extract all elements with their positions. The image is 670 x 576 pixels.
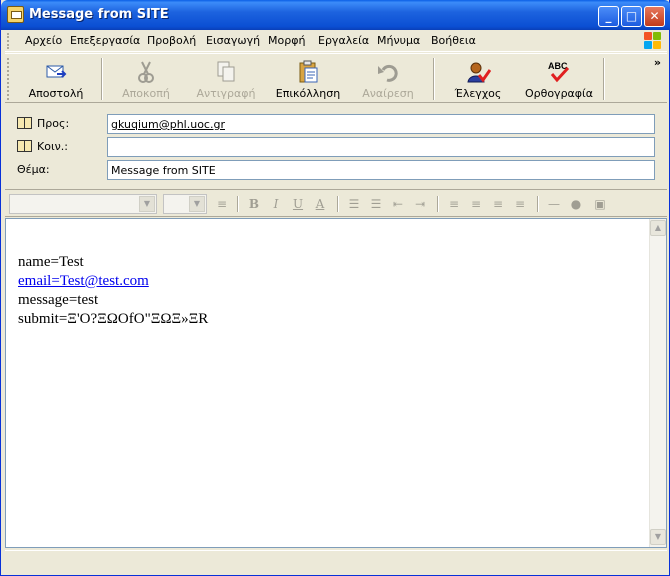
cc-row: Κοιν.: bbox=[5, 136, 667, 158]
check-names-button[interactable]: Έλεγχος bbox=[443, 56, 513, 102]
body-line: name=Test bbox=[18, 254, 84, 270]
bold-button[interactable]: B bbox=[245, 196, 263, 212]
chevron-down-icon[interactable]: ▼ bbox=[139, 196, 155, 212]
font-color-button[interactable]: A bbox=[311, 196, 329, 212]
subject-field[interactable]: Message from SITE bbox=[107, 160, 655, 180]
toolbar-separator bbox=[537, 196, 539, 212]
toolbar-grip[interactable] bbox=[7, 58, 10, 100]
menu-format[interactable]: Μορφή bbox=[268, 34, 305, 47]
align-left-icon[interactable]: ≡ bbox=[445, 196, 463, 212]
align-right-icon[interactable]: ≡ bbox=[489, 196, 507, 212]
copy-icon bbox=[217, 61, 235, 82]
undo-icon bbox=[378, 64, 398, 82]
spelling-button[interactable]: ABC Ορθογραφία bbox=[521, 56, 597, 102]
menu-view[interactable]: Προβολή bbox=[147, 34, 196, 47]
send-label: Αποστολή bbox=[28, 87, 84, 100]
insert-link-icon[interactable]: ● bbox=[567, 196, 585, 212]
paste-label: Επικόλληση bbox=[275, 87, 341, 100]
copy-button[interactable]: Αντιγραφή bbox=[189, 56, 263, 102]
toolbar-separator bbox=[237, 196, 239, 212]
numbered-list-icon[interactable]: ☰ bbox=[345, 196, 363, 212]
address-book-icon[interactable] bbox=[17, 117, 32, 129]
menu-bar: Αρχείο Επεξεργασία Προβολή Εισαγωγή Μορφ… bbox=[5, 30, 667, 52]
compose-window: Message from SITE _ □ ✕ Αρχείο Επεξεργασ… bbox=[0, 0, 670, 576]
subject-row: Θέμα: Message from SITE bbox=[5, 159, 667, 181]
to-recipient[interactable]: gkuqium@phl.uoc.gr bbox=[111, 118, 225, 131]
subject-label: Θέμα: bbox=[17, 163, 50, 176]
undo-button[interactable]: Αναίρεση bbox=[353, 56, 423, 102]
decrease-indent-icon[interactable]: ⇤ bbox=[389, 196, 407, 212]
check-names-icon bbox=[467, 62, 491, 83]
bullet-list-icon[interactable]: ☰ bbox=[367, 196, 385, 212]
maximize-button[interactable]: □ bbox=[621, 6, 642, 27]
message-body[interactable]: name=Test email=Test@test.com message=te… bbox=[5, 218, 667, 548]
italic-button[interactable]: I bbox=[267, 196, 285, 212]
increase-indent-icon[interactable]: ⇥ bbox=[411, 196, 429, 212]
paste-button[interactable]: Επικόλληση bbox=[267, 56, 349, 102]
menu-grip[interactable] bbox=[7, 33, 10, 49]
menu-edit[interactable]: Επεξεργασία bbox=[70, 34, 140, 47]
minimize-button[interactable]: _ bbox=[598, 6, 619, 27]
body-line: message=test bbox=[18, 292, 99, 308]
justify-icon[interactable]: ≡ bbox=[511, 196, 529, 212]
compose-mail-icon bbox=[7, 6, 24, 23]
paragraph-style-icon[interactable]: ≡ bbox=[213, 196, 231, 212]
menu-help[interactable]: Βοήθεια bbox=[431, 34, 476, 47]
vertical-scrollbar[interactable]: ▲ ▼ bbox=[649, 219, 666, 547]
window-title: Message from SITE bbox=[29, 7, 169, 22]
address-book-icon[interactable] bbox=[17, 140, 32, 152]
toolbar-separator bbox=[101, 58, 103, 100]
scroll-down-button[interactable]: ▼ bbox=[650, 529, 666, 545]
toolbar-separator bbox=[603, 58, 605, 100]
spelling-icon: ABC bbox=[548, 61, 570, 83]
windows-logo-icon bbox=[643, 31, 663, 51]
to-label[interactable]: Προς: bbox=[37, 117, 69, 130]
format-toolbar: ▼ ▼ ≡ B I U A ☰ ☰ ⇤ ⇥ ≡ ≡ ≡ ≡ — ● ▣ bbox=[5, 189, 667, 217]
to-field[interactable]: gkuqium@phl.uoc.gr bbox=[107, 114, 655, 134]
to-row: Προς: gkuqium@phl.uoc.gr bbox=[5, 113, 667, 135]
menu-file[interactable]: Αρχείο bbox=[25, 34, 62, 47]
scroll-up-button[interactable]: ▲ bbox=[650, 220, 666, 236]
send-icon bbox=[46, 65, 67, 78]
underline-button[interactable]: U bbox=[289, 196, 307, 212]
font-name-select[interactable]: ▼ bbox=[9, 194, 157, 214]
menu-message[interactable]: Μήνυμα bbox=[377, 34, 420, 47]
cut-label: Αποκοπή bbox=[122, 87, 170, 100]
toolbar-overflow-chevron[interactable]: » bbox=[654, 56, 661, 69]
email-link[interactable]: email=Test@test.com bbox=[18, 273, 149, 289]
align-center-icon[interactable]: ≡ bbox=[467, 196, 485, 212]
insert-picture-icon[interactable]: ▣ bbox=[591, 196, 609, 212]
spelling-label: Ορθογραφία bbox=[524, 87, 594, 100]
close-button[interactable]: ✕ bbox=[644, 6, 665, 27]
cut-button[interactable]: Αποκοπή bbox=[109, 56, 183, 102]
horizontal-line-icon[interactable]: — bbox=[545, 196, 563, 212]
menu-insert[interactable]: Εισαγωγή bbox=[206, 34, 260, 47]
copy-label: Αντιγραφή bbox=[196, 87, 256, 100]
menu-tools[interactable]: Εργαλεία bbox=[318, 34, 369, 47]
toolbar-separator bbox=[337, 196, 339, 212]
message-content[interactable]: name=Test email=Test@test.com message=te… bbox=[18, 253, 208, 329]
scissors-icon bbox=[138, 61, 154, 83]
status-bar bbox=[5, 550, 667, 570]
check-names-label: Έλεγχος bbox=[454, 87, 502, 100]
chevron-down-icon[interactable]: ▼ bbox=[189, 196, 205, 212]
toolbar-separator bbox=[437, 196, 439, 212]
send-button[interactable]: Αποστολή bbox=[17, 56, 95, 102]
undo-label: Αναίρεση bbox=[362, 87, 414, 100]
cc-field[interactable] bbox=[107, 137, 655, 157]
toolbar-separator bbox=[433, 58, 435, 100]
body-line: submit=Ξ'Ο?ΞΩΟfΟ"ΞΩΞ»ΞR bbox=[18, 311, 209, 327]
font-size-select[interactable]: ▼ bbox=[163, 194, 207, 214]
main-toolbar: Αποστολή Αποκοπή Αντιγραφή Επικόλληση Αν… bbox=[5, 53, 667, 103]
paste-icon bbox=[299, 60, 318, 83]
cc-label[interactable]: Κοιν.: bbox=[37, 140, 68, 153]
title-bar[interactable]: Message from SITE _ □ ✕ bbox=[1, 0, 670, 30]
